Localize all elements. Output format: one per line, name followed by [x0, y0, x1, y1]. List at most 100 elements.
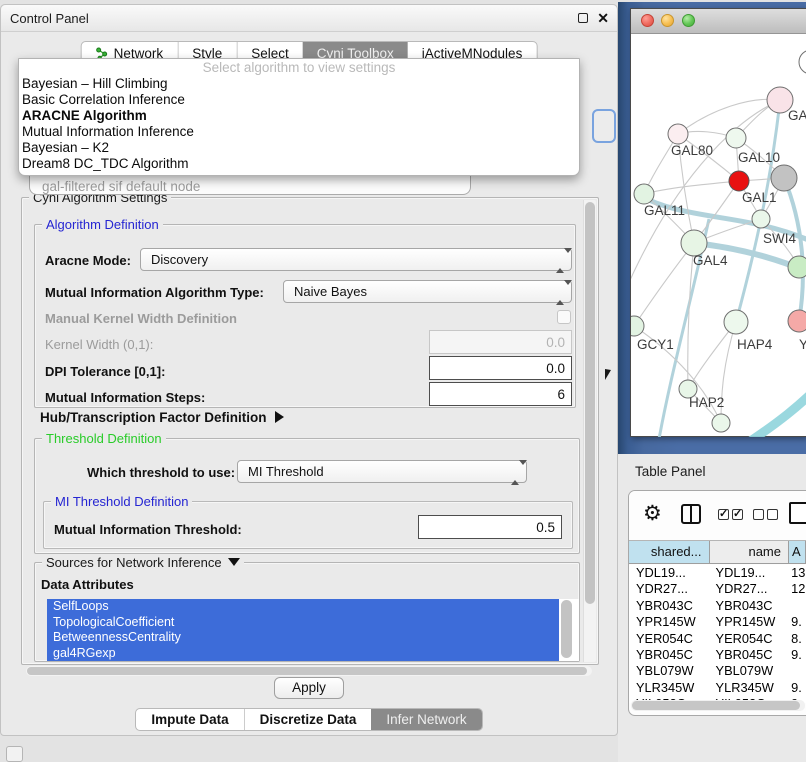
threshold-definition-title: Threshold Definition — [42, 431, 166, 446]
sources-title[interactable]: Sources for Network Inference — [42, 555, 244, 570]
algorithm-option-selected[interactable]: ARACNE Algorithm — [19, 108, 579, 124]
algorithm-option[interactable]: Basic Correlation Inference — [19, 92, 579, 108]
mi-type-value: Naive Bayes — [294, 284, 367, 299]
column-header-partial[interactable]: A — [789, 541, 806, 563]
combo-arrows-icon — [556, 285, 565, 300]
table-header: shared... name A — [629, 540, 806, 564]
dpi-tolerance-input[interactable] — [429, 356, 572, 380]
node-partial-bottom[interactable] — [712, 414, 730, 432]
label-gal10: GAL10 — [738, 150, 780, 165]
table-row[interactable]: YDR27...YDR27...12 — [629, 581, 806, 597]
column-header-shared-name[interactable]: shared... — [629, 541, 710, 563]
data-attributes-list: SelfLoops TopologicalCoefficient Between… — [47, 599, 579, 661]
columns-icon[interactable] — [681, 504, 701, 524]
table-row[interactable]: YDL19...YDL19...13 — [629, 565, 806, 581]
minimized-panel-button[interactable] — [6, 746, 23, 762]
attribute-item-selected[interactable]: SelfLoops — [47, 599, 559, 615]
sources-group: Sources for Network Inference Data Attri… — [34, 562, 580, 662]
tab-discretize-data[interactable]: Discretize Data — [244, 709, 372, 730]
apply-button[interactable]: Apply — [274, 677, 344, 699]
control-panel-titlebar: Control Panel ✕ — [1, 5, 617, 32]
table-row[interactable]: YBR045CYBR045C9. — [629, 647, 806, 663]
new-table-icon[interactable] — [789, 502, 806, 524]
algorithm-definition-title: Algorithm Definition — [42, 217, 163, 232]
table-row[interactable]: YLR345WYLR345W9. — [629, 680, 806, 696]
label-hap4: HAP4 — [737, 337, 773, 352]
sources-title-label: Sources for Network Inference — [46, 555, 222, 570]
node-gray[interactable] — [771, 165, 797, 191]
float-window-icon[interactable] — [578, 13, 588, 23]
algorithm-option[interactable]: Mutual Information Inference — [19, 124, 579, 140]
label-swi4: SWI4 — [763, 231, 796, 246]
table-data-combo-text: gal-filtered sif default node — [42, 179, 200, 194]
attribute-item-selected[interactable]: gal4RGexp — [47, 646, 559, 662]
table-toolbar: ⚙ — [629, 491, 806, 540]
minimize-traffic-light[interactable] — [661, 14, 674, 27]
node-partial-top[interactable] — [799, 50, 806, 74]
node-gal11[interactable] — [634, 184, 654, 204]
which-threshold-label: Which threshold to use: — [87, 465, 235, 480]
node-hap4[interactable] — [724, 310, 748, 334]
node-swi4[interactable] — [752, 210, 770, 228]
deselect-all-checks-icon[interactable] — [753, 509, 778, 520]
table-horizontal-scrollbar[interactable] — [631, 700, 805, 711]
table-row[interactable]: YPR145WYPR145W9. — [629, 614, 806, 630]
algorithm-option[interactable]: Dream8 DC_TDC Algorithm — [19, 156, 579, 172]
kernel-width-label: Kernel Width (0,1): — [45, 337, 153, 352]
aracne-mode-label: Aracne Mode: — [45, 253, 131, 268]
network-view-window: GAL GAL80 GAL10 GAL1 GAL11 SWI4 GAL4 GCY… — [630, 8, 806, 437]
settings-vertical-scrollbar[interactable] — [583, 200, 596, 662]
dpi-tolerance-label: DPI Tolerance [0,1]: — [45, 364, 165, 379]
algorithm-definition-group: Algorithm Definition Aracne Mode: Discov… — [34, 224, 576, 408]
tab-infer-network[interactable]: Infer Network — [371, 709, 481, 730]
label-gal11: GAL11 — [644, 203, 685, 218]
mi-threshold-group: MI Threshold Definition Mutual Informati… — [43, 501, 573, 549]
table-panel-region: Table Panel ⚙ shared... name A YDL19...Y… — [618, 454, 806, 762]
mi-steps-input[interactable] — [429, 382, 572, 406]
network-canvas[interactable]: GAL GAL80 GAL10 GAL1 GAL11 SWI4 GAL4 GCY… — [631, 34, 806, 437]
data-attributes-label: Data Attributes — [41, 577, 134, 592]
attributes-scrollbar[interactable] — [561, 600, 573, 660]
zoom-traffic-light[interactable] — [682, 14, 695, 27]
combo-arrows-icon — [511, 465, 520, 480]
aracne-mode-combo[interactable]: Discovery — [140, 248, 572, 271]
close-traffic-light[interactable] — [641, 14, 654, 27]
label-gcy1: GCY1 — [637, 337, 674, 352]
node-gal10[interactable] — [726, 128, 746, 148]
node-gal80[interactable] — [668, 124, 688, 144]
column-header-name[interactable]: name — [710, 541, 790, 563]
hub-section-toggle[interactable]: Hub/Transcription Factor Definition — [40, 410, 284, 425]
mi-type-combo[interactable]: Naive Bayes — [283, 280, 572, 303]
threshold-definition-group: Threshold Definition Which threshold to … — [34, 438, 580, 554]
attribute-item-selected[interactable]: BetweennessCentrality — [47, 630, 559, 646]
mi-steps-label: Mutual Information Steps: — [45, 390, 205, 405]
tab-impute-data[interactable]: Impute Data — [136, 709, 243, 730]
attribute-item-selected[interactable]: TopologicalCoefficient — [47, 615, 559, 631]
teal-edges — [637, 100, 806, 437]
manual-kernel-label: Manual Kernel Width Definition — [45, 311, 237, 326]
table-row[interactable]: YER054CYER054C8. — [629, 631, 806, 647]
table-row[interactable]: YBR043CYBR043C — [629, 598, 806, 614]
table-row[interactable]: YBL079WYBL079W — [629, 663, 806, 679]
cyni-algorithm-settings-group: Cyni Algorithm Settings Algorithm Defini… — [21, 197, 599, 665]
label-gal80: GAL80 — [671, 143, 713, 158]
mi-type-label: Mutual Information Algorithm Type: — [45, 285, 264, 300]
algorithm-option[interactable]: Bayesian – Hill Climbing — [19, 76, 579, 92]
node-gcy1[interactable] — [631, 316, 644, 336]
which-threshold-combo[interactable]: MI Threshold — [237, 460, 527, 483]
bottom-tabbar: Impute Data Discretize Data Infer Networ… — [135, 708, 482, 731]
gear-icon[interactable]: ⚙ — [643, 501, 662, 526]
combo-arrows-icon — [556, 253, 565, 268]
panel-title: Control Panel — [10, 11, 89, 26]
close-icon[interactable]: ✕ — [597, 11, 609, 25]
node-y-pink[interactable] — [788, 310, 806, 332]
node-gal1-red[interactable] — [729, 171, 749, 191]
algorithm-option[interactable]: Bayesian – K2 — [19, 140, 579, 156]
node-green-right[interactable] — [788, 256, 806, 278]
mi-threshold-input[interactable] — [418, 515, 562, 539]
settings-horizontal-scrollbar[interactable] — [26, 666, 592, 676]
select-all-checks-icon[interactable] — [718, 509, 743, 520]
manual-kernel-checkbox[interactable] — [557, 310, 571, 324]
algorithm-dropdown-placeholder: Select algorithm to view settings — [19, 59, 579, 76]
kernel-width-input[interactable] — [429, 330, 572, 354]
